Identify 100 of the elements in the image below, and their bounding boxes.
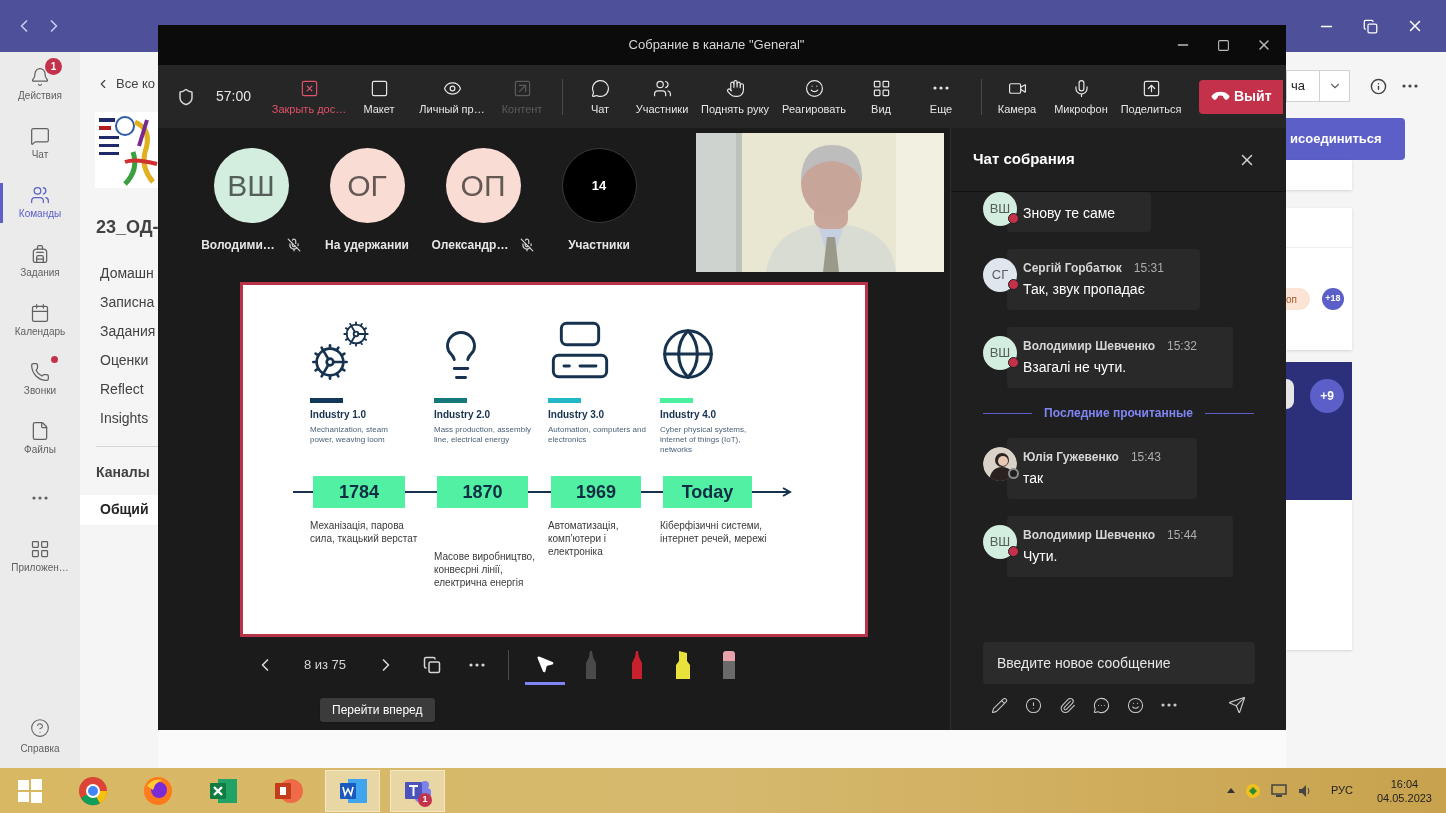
participant-avatar[interactable]: ОП [445, 148, 521, 223]
info-icon[interactable] [1370, 77, 1387, 95]
people-icon [652, 78, 672, 98]
rail-item[interactable]: Приложен… [0, 527, 80, 586]
rail-item[interactable]: Задания [0, 232, 80, 291]
team-menu-item[interactable]: Домашн [100, 262, 158, 283]
participant-count[interactable]: 14 [561, 148, 637, 223]
more-icon[interactable] [1161, 703, 1177, 707]
message-author: Володимир Шевченко [1023, 527, 1155, 544]
participant-avatar[interactable]: ВШ [213, 148, 289, 223]
help-icon [30, 718, 50, 738]
industry-description: Automation, computers and electronics [548, 425, 647, 446]
industry-note: Масове виробництво, конвеєрні лінії, електрична енергія [434, 550, 536, 589]
rail-item[interactable]: Команды [0, 173, 80, 232]
team-menu-item[interactable]: Задания [100, 320, 158, 341]
participant-avatar[interactable]: ОГ [329, 148, 405, 223]
year-label: 1969 [551, 476, 641, 508]
pen-icon[interactable] [991, 696, 1008, 714]
message-input[interactable]: Введите новое сообщение [983, 642, 1255, 684]
restore-icon[interactable] [1363, 18, 1378, 34]
smiley-icon [804, 78, 824, 98]
toolbar-button[interactable]: Участники [627, 78, 697, 115]
help-button[interactable]: Справка [0, 718, 80, 756]
toolbar-button[interactable]: Камера [987, 78, 1047, 115]
more-icon[interactable] [1402, 84, 1418, 88]
year-label: 1784 [313, 476, 405, 508]
message-text: Так, звук пропадає [1023, 280, 1146, 299]
toolbar-button[interactable]: Закрыть дос… [271, 78, 347, 115]
channel-item[interactable]: Общий [80, 494, 158, 525]
bell-icon [30, 67, 50, 87]
hand-icon [725, 78, 745, 98]
participant-name: На удержании [325, 237, 409, 254]
back-link[interactable]: Все ко [80, 74, 158, 94]
windows-logo-icon [18, 778, 42, 803]
file-icon [30, 421, 50, 441]
caret-up-icon [1226, 788, 1235, 793]
message-author: Сергій Горбатюк [1023, 260, 1122, 277]
meeting-timer: 57:00 [216, 87, 253, 106]
join-button[interactable]: исоединиться [1286, 118, 1405, 160]
count-badge: +9 [1310, 379, 1344, 413]
channels-heading: Каналы [95, 462, 151, 482]
industry-title: Industry 3.0 [548, 408, 606, 422]
send-icon[interactable] [1228, 696, 1246, 714]
team-menu-item[interactable]: Оценки [100, 349, 158, 370]
taskbar-app[interactable]: 1 [390, 769, 445, 812]
rail-item[interactable]: 1 Действия [0, 55, 80, 114]
avatar-chip: оп [1286, 288, 1310, 310]
dropdown[interactable]: ча [1286, 70, 1350, 102]
toolbar-button[interactable]: Личный пр… [411, 78, 493, 115]
chat-icon [30, 126, 50, 146]
taskbar-app[interactable] [325, 769, 380, 812]
toolbar-button[interactable]: Вид [855, 78, 907, 115]
leave-button[interactable]: Выйт [1199, 79, 1283, 114]
window-title: Собрание в канале "General" [627, 36, 806, 55]
paperclip-icon[interactable] [1059, 696, 1076, 714]
rail-item[interactable]: Файлы [0, 409, 80, 468]
toolbar-button[interactable]: Макет [347, 78, 411, 115]
unread-divider-label: Последние прочитанные [1044, 405, 1193, 422]
industry-title: Industry 4.0 [660, 408, 718, 422]
content-icon [512, 78, 532, 98]
toolbar-button[interactable]: Чат [573, 78, 627, 115]
industry-note: Кіберфізичні системи, інтернет речей, мережі [660, 519, 768, 545]
participant-name: Олександр… [431, 237, 509, 254]
globe-icon [660, 326, 716, 382]
chat-icon [590, 78, 610, 98]
smiley-icon[interactable] [1127, 696, 1144, 714]
count-badge: +18 [1322, 288, 1344, 310]
grid-icon [871, 78, 891, 98]
maximize-icon[interactable] [1217, 38, 1230, 52]
participant-name: Участники [568, 237, 630, 254]
chrome-icon [77, 775, 108, 806]
message-author: Володимир Шевченко [1023, 338, 1155, 355]
clock-time: 16:04 [1390, 776, 1419, 791]
industry-description: Cyber physical systems, internet of things (IoT), networks [660, 425, 748, 456]
team-menu-item[interactable]: Reflect [100, 378, 158, 399]
year-label: 1870 [437, 476, 528, 508]
team-name: 23_ОД- [95, 215, 158, 239]
participant-name: Володими… [201, 237, 275, 254]
toolbar-button[interactable]: Микрофон [1047, 78, 1115, 115]
message-text: Чути. [1023, 547, 1059, 566]
toolbar-button[interactable]: Еще [907, 78, 975, 115]
backpack-icon [30, 244, 50, 264]
alert-icon[interactable] [1025, 696, 1042, 714]
team-menu-item[interactable]: Insights [100, 407, 158, 428]
loop-icon[interactable] [1093, 696, 1110, 714]
message-text: так [1023, 469, 1045, 488]
message-time: 15:32 [1166, 338, 1197, 355]
avatar: ВШ [983, 336, 1017, 370]
clock-date: 04.05.2023 [1376, 790, 1432, 805]
toolbar-button[interactable]: Поднять руку [697, 78, 773, 115]
toolbar-button[interactable]: Поделиться [1115, 78, 1187, 115]
chat-title: Чат собрания [973, 149, 1075, 170]
rail-item[interactable]: Звонки [0, 350, 80, 409]
industry-description: Mass production, assembly line, electrical energy [434, 425, 532, 446]
message-text: Взагалі не чути. [1023, 358, 1128, 377]
team-menu-item[interactable]: Записна [100, 291, 158, 312]
rail-item[interactable]: Календарь [0, 291, 80, 350]
shield-icon [177, 87, 195, 106]
rail-item[interactable]: Чат [0, 114, 80, 173]
toolbar-button[interactable]: Реагировать [773, 78, 855, 115]
